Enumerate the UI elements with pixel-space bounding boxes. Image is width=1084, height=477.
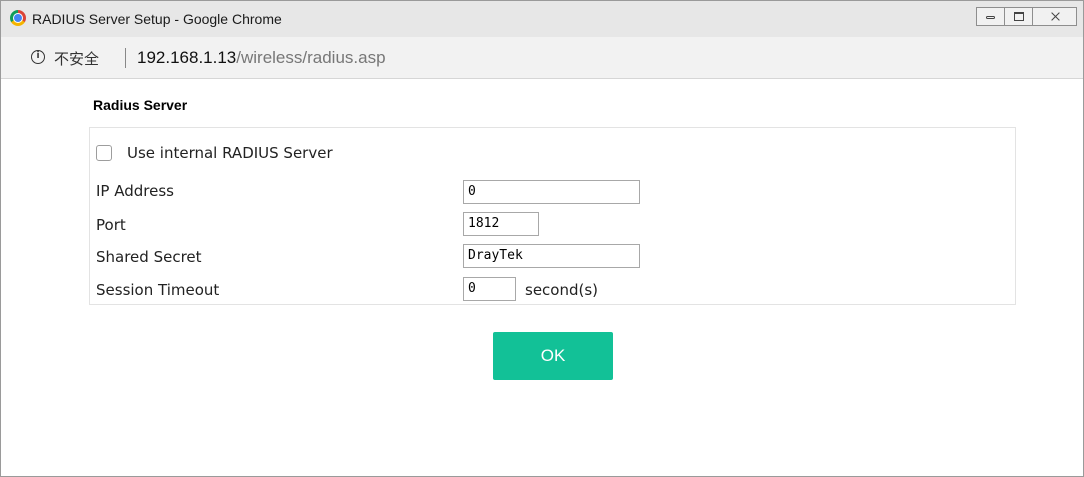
maximize-icon[interactable] xyxy=(1004,7,1033,26)
use-internal-radius-label[interactable]: Use internal RADIUS Server xyxy=(127,144,333,162)
use-internal-radius-checkbox[interactable] xyxy=(96,145,112,161)
security-label[interactable]: 不安全 xyxy=(54,48,99,69)
session-timeout-input[interactable]: 0 xyxy=(463,277,516,301)
scrollbar[interactable] xyxy=(1074,79,1083,476)
shared-secret-input[interactable]: DrayTek xyxy=(463,244,640,268)
close-icon[interactable] xyxy=(1032,7,1077,26)
url-host: 192.168.1.13 xyxy=(137,48,237,67)
minimize-icon[interactable] xyxy=(976,7,1005,26)
address-separator xyxy=(125,48,126,68)
info-icon[interactable]: i xyxy=(31,50,45,64)
ip-address-label: IP Address xyxy=(96,182,174,200)
browser-window: RADIUS Server Setup - Google Chrome i 不安… xyxy=(0,0,1084,477)
session-timeout-unit: second(s) xyxy=(525,281,599,299)
address-bar[interactable]: i 不安全 192.168.1.13/wireless/radius.asp xyxy=(1,37,1083,79)
ip-address-input[interactable]: 0 xyxy=(463,180,640,204)
port-label: Port xyxy=(96,216,126,234)
url-path: /wireless/radius.asp xyxy=(236,48,386,67)
ok-button[interactable]: OK xyxy=(493,332,613,380)
window-controls xyxy=(976,7,1077,26)
port-input[interactable]: 1812 xyxy=(463,212,539,236)
url-text[interactable]: 192.168.1.13/wireless/radius.asp xyxy=(137,48,386,68)
session-timeout-label: Session Timeout xyxy=(96,281,220,299)
shared-secret-label: Shared Secret xyxy=(96,248,202,266)
chrome-icon xyxy=(10,10,26,26)
section-title: Radius Server xyxy=(93,97,188,113)
title-bar[interactable]: RADIUS Server Setup - Google Chrome xyxy=(1,1,1083,37)
window-title: RADIUS Server Setup - Google Chrome xyxy=(32,11,282,27)
